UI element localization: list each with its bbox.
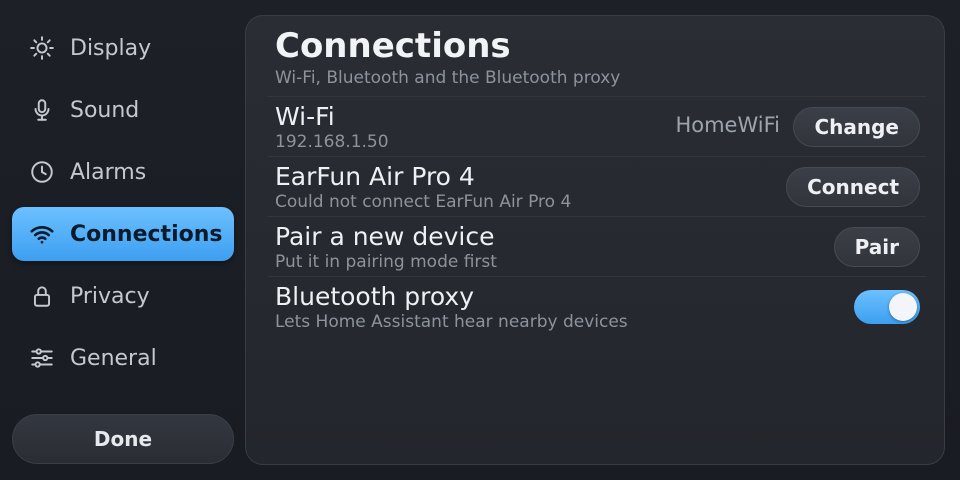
wifi-icon xyxy=(28,220,56,248)
bluetooth-proxy-toggle[interactable] xyxy=(854,290,920,324)
sidebar-item-label: General xyxy=(70,345,157,371)
proxy-description: Lets Home Assistant hear nearby devices xyxy=(275,312,628,332)
sidebar-item-connections[interactable]: Connections xyxy=(12,207,234,261)
done-button[interactable]: Done xyxy=(12,414,234,464)
wifi-ip-address: 192.168.1.50 xyxy=(275,132,389,152)
pair-row: Pair a new device Put it in pairing mode… xyxy=(268,216,926,276)
sidebar-item-label: Alarms xyxy=(70,159,147,185)
earfun-status: Could not connect EarFun Air Pro 4 xyxy=(275,192,572,212)
page-title: Connections xyxy=(275,26,511,66)
sidebar: Display Sound Alarms Connections Privacy… xyxy=(12,16,234,464)
wifi-row: Wi‑Fi 192.168.1.50 HomeWiFi Change xyxy=(268,96,926,156)
pair-title: Pair a new device xyxy=(275,222,495,251)
connections-panel: Connections Wi‑Fi, Bluetooth and the Blu… xyxy=(245,15,945,465)
sidebar-item-label: Privacy xyxy=(70,283,150,309)
sidebar-item-general[interactable]: General xyxy=(12,331,234,385)
sliders-icon xyxy=(28,344,56,372)
sidebar-item-label: Connections xyxy=(70,221,223,247)
lock-icon xyxy=(28,282,56,310)
pair-button[interactable]: Pair xyxy=(833,227,920,267)
connect-button[interactable]: Connect xyxy=(786,167,920,207)
proxy-row: Bluetooth proxy Lets Home Assistant hear… xyxy=(268,276,926,336)
change-wifi-button[interactable]: Change xyxy=(793,107,920,147)
wifi-title: Wi‑Fi xyxy=(275,102,335,131)
proxy-title: Bluetooth proxy xyxy=(275,282,475,311)
sidebar-item-label: Display xyxy=(70,35,152,61)
sidebar-item-alarms[interactable]: Alarms xyxy=(12,145,234,199)
page-subtitle: Wi‑Fi, Bluetooth and the Bluetooth proxy xyxy=(275,68,621,88)
sidebar-item-display[interactable]: Display xyxy=(12,21,234,75)
earfun-title: EarFun Air Pro 4 xyxy=(275,162,475,191)
wifi-network-name: HomeWiFi xyxy=(675,113,780,137)
earfun-row: EarFun Air Pro 4 Could not connect EarFu… xyxy=(268,156,926,216)
sun-icon xyxy=(28,34,56,62)
sidebar-item-privacy[interactable]: Privacy xyxy=(12,269,234,323)
microphone-icon xyxy=(28,96,56,124)
sidebar-item-label: Sound xyxy=(70,97,140,123)
clock-icon xyxy=(28,158,56,186)
pair-hint: Put it in pairing mode first xyxy=(275,252,497,272)
toggle-knob xyxy=(889,293,917,321)
settings-screen: Display Sound Alarms Connections Privacy… xyxy=(0,0,960,480)
sidebar-item-sound[interactable]: Sound xyxy=(12,83,234,137)
